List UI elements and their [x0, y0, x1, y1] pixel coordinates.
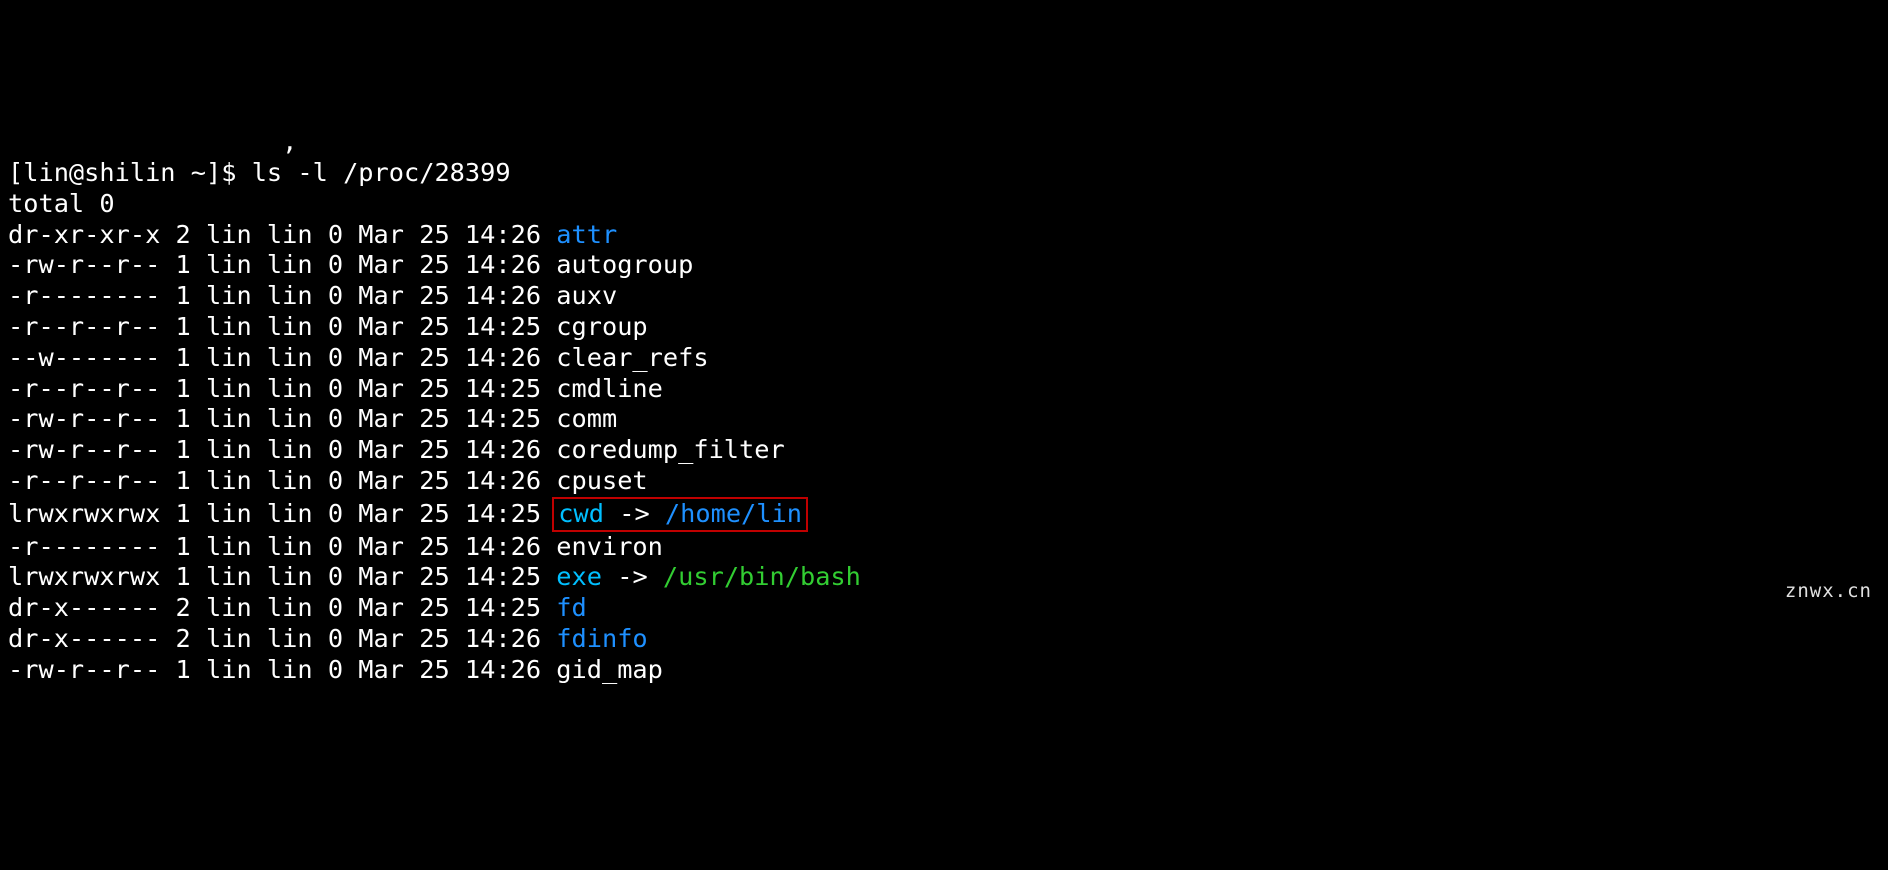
file-listing-row: -r-------- 1 lin lin 0 Mar 25 14:26 envi… [8, 532, 1888, 563]
total-line: total 0 [8, 189, 115, 218]
terminal-output: ,[lin@shilin ~]$ ls -l /proc/28399total … [8, 127, 1888, 685]
file-listing-row: --w------- 1 lin lin 0 Mar 25 14:26 clea… [8, 343, 1888, 374]
file-listing-row: lrwxrwxrwx 1 lin lin 0 Mar 25 14:25 cwd … [8, 497, 1888, 532]
file-listing-row: -r--r--r-- 1 lin lin 0 Mar 25 14:25 cmdl… [8, 374, 1888, 405]
file-name: exe [556, 562, 602, 591]
file-name: cwd [558, 499, 604, 528]
file-meta: -r-------- 1 lin lin 0 Mar 25 14:26 [8, 532, 556, 561]
symlink-target: /home/lin [665, 499, 802, 528]
file-name: clear_refs [556, 343, 708, 372]
file-name: cgroup [556, 312, 647, 341]
file-meta: -r--r--r-- 1 lin lin 0 Mar 25 14:26 [8, 466, 556, 495]
file-name: gid_map [556, 655, 663, 684]
file-meta: lrwxrwxrwx 1 lin lin 0 Mar 25 14:25 [8, 499, 556, 528]
file-listing-row: -rw-r--r-- 1 lin lin 0 Mar 25 14:26 gid_… [8, 655, 1888, 686]
watermark: znwx.cn [1785, 576, 1872, 607]
file-meta: -r--r--r-- 1 lin lin 0 Mar 25 14:25 [8, 374, 556, 403]
file-meta: -rw-r--r-- 1 lin lin 0 Mar 25 14:26 [8, 250, 556, 279]
highlighted-entry: cwd -> /home/lin [552, 497, 808, 532]
file-name: coredump_filter [556, 435, 784, 464]
file-meta: -rw-r--r-- 1 lin lin 0 Mar 25 14:26 [8, 655, 556, 684]
cropped-prev-line: , [8, 127, 297, 156]
file-listing-row: -rw-r--r-- 1 lin lin 0 Mar 25 14:26 core… [8, 435, 1888, 466]
file-listing-row: -rw-r--r-- 1 lin lin 0 Mar 25 14:26 auto… [8, 250, 1888, 281]
file-name: fdinfo [556, 624, 647, 653]
shell-prompt: [lin@shilin ~]$ [8, 158, 252, 187]
command: ls -l /proc/28399 [252, 158, 511, 187]
file-name: cpuset [556, 466, 647, 495]
file-name: comm [556, 404, 617, 433]
output-line: , [8, 127, 1888, 158]
symlink-arrow: -> [604, 499, 665, 528]
symlink-target: /usr/bin/bash [663, 562, 861, 591]
output-line: total 0 [8, 189, 1888, 220]
file-meta: dr-x------ 2 lin lin 0 Mar 25 14:25 [8, 593, 556, 622]
file-listing-row: dr-x------ 2 lin lin 0 Mar 25 14:25 fd [8, 593, 1888, 624]
file-name: environ [556, 532, 663, 561]
file-meta: -r-------- 1 lin lin 0 Mar 25 14:26 [8, 281, 556, 310]
file-meta: -r--r--r-- 1 lin lin 0 Mar 25 14:25 [8, 312, 556, 341]
file-meta: -rw-r--r-- 1 lin lin 0 Mar 25 14:26 [8, 435, 556, 464]
file-meta: dr-xr-xr-x 2 lin lin 0 Mar 25 14:26 [8, 220, 556, 249]
file-listing-row: dr-xr-xr-x 2 lin lin 0 Mar 25 14:26 attr [8, 220, 1888, 251]
file-listing-row: -r-------- 1 lin lin 0 Mar 25 14:26 auxv [8, 281, 1888, 312]
symlink-arrow: -> [602, 562, 663, 591]
file-meta: --w------- 1 lin lin 0 Mar 25 14:26 [8, 343, 556, 372]
file-listing-row: -r--r--r-- 1 lin lin 0 Mar 25 14:26 cpus… [8, 466, 1888, 497]
file-name: autogroup [556, 250, 693, 279]
file-name: cmdline [556, 374, 663, 403]
file-listing-row: -rw-r--r-- 1 lin lin 0 Mar 25 14:25 comm [8, 404, 1888, 435]
file-meta: -rw-r--r-- 1 lin lin 0 Mar 25 14:25 [8, 404, 556, 433]
file-name: auxv [556, 281, 617, 310]
file-meta: lrwxrwxrwx 1 lin lin 0 Mar 25 14:25 [8, 562, 556, 591]
file-meta: dr-x------ 2 lin lin 0 Mar 25 14:26 [8, 624, 556, 653]
file-listing-row: dr-x------ 2 lin lin 0 Mar 25 14:26 fdin… [8, 624, 1888, 655]
file-name: attr [556, 220, 617, 249]
file-listing-row: -r--r--r-- 1 lin lin 0 Mar 25 14:25 cgro… [8, 312, 1888, 343]
output-line: [lin@shilin ~]$ ls -l /proc/28399 [8, 158, 1888, 189]
file-name: fd [556, 593, 586, 622]
file-listing-row: lrwxrwxrwx 1 lin lin 0 Mar 25 14:25 exe … [8, 562, 1888, 593]
